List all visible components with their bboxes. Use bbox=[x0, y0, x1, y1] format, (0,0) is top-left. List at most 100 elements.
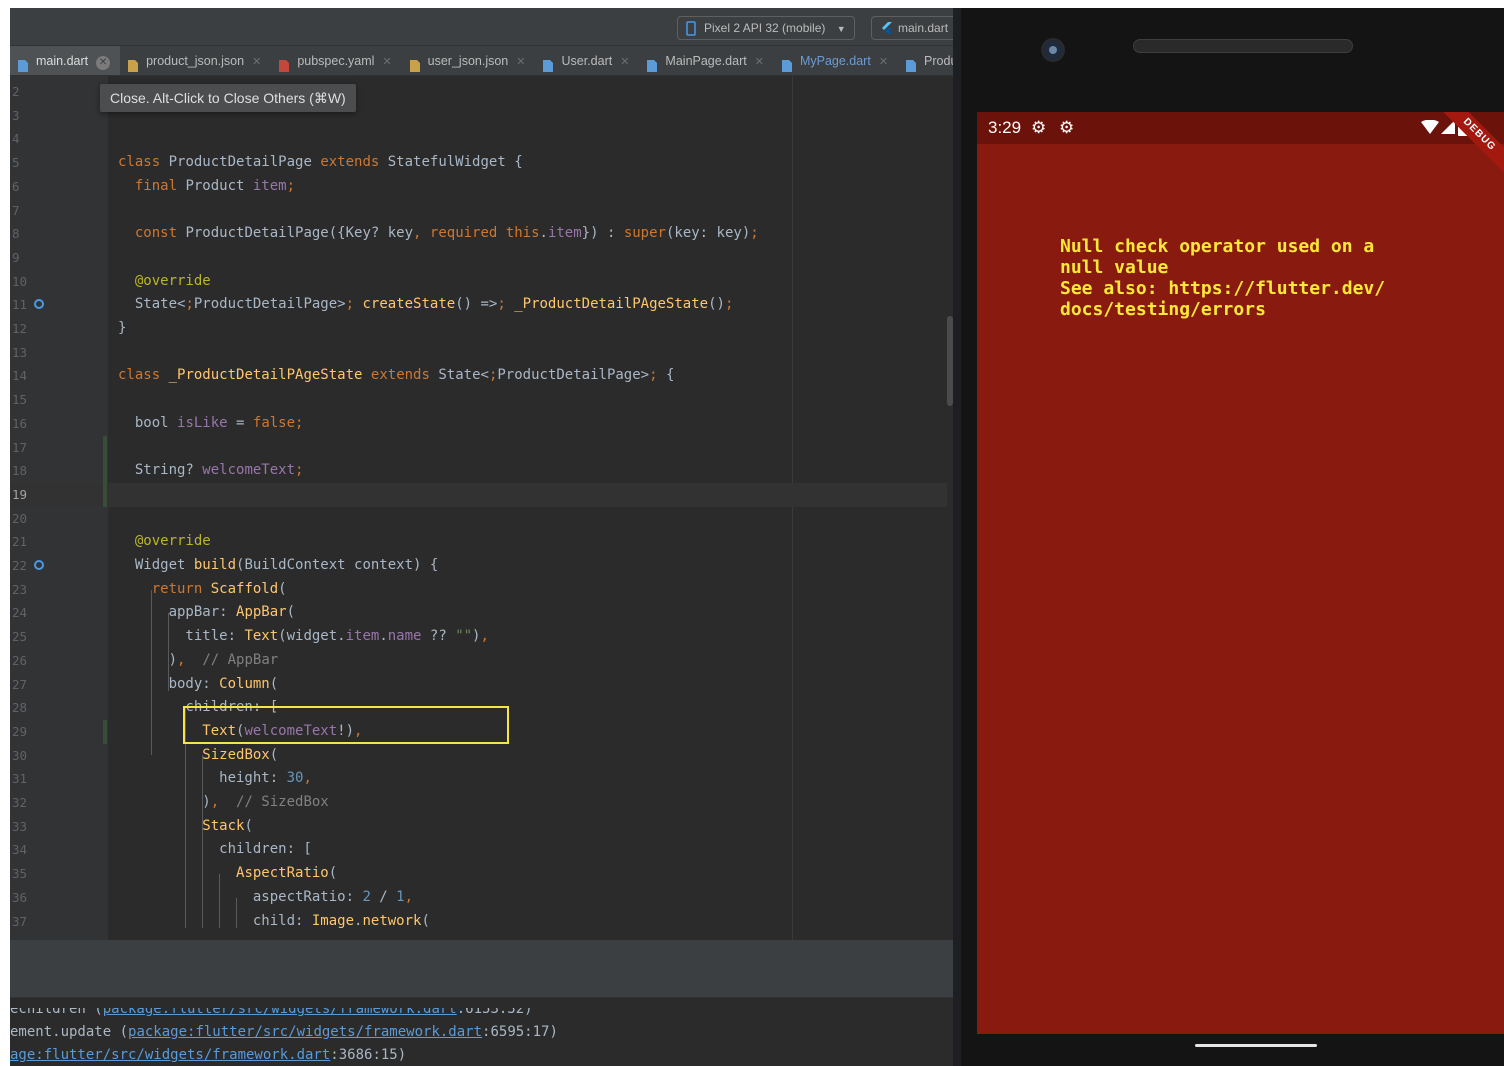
code-line[interactable]: 18 String? welcomeText; bbox=[10, 459, 953, 483]
code-editor[interactable]: 2 3 4 5 class ProductDetailPage extends Stat… bbox=[10, 76, 953, 940]
tab-label: Produ bbox=[924, 54, 953, 68]
close-icon[interactable]: ✕ bbox=[382, 56, 391, 68]
android-emulator: 3:29 ⚙ ⚙ DEBUG Null check operator used … bbox=[961, 8, 1504, 1066]
code-line[interactable]: 32 ), // SizedBox bbox=[10, 791, 953, 815]
code-line[interactable]: 17 bbox=[10, 436, 953, 460]
code-line[interactable]: 16 bool isLike = false; bbox=[10, 412, 953, 436]
close-icon[interactable]: ✕ bbox=[620, 56, 629, 68]
wifi-icon bbox=[1421, 120, 1439, 134]
camera-icon bbox=[1041, 38, 1065, 62]
close-icon[interactable]: ✕ bbox=[755, 56, 764, 68]
code-line[interactable]: 37 child: Image.network( bbox=[10, 910, 953, 934]
run-console: echildren (package:flutter/src/widgets/f… bbox=[10, 940, 953, 1066]
tab-label: MyPage.dart bbox=[799, 54, 871, 68]
widget-tree-guide bbox=[168, 613, 169, 692]
run-config-label: main.dart bbox=[898, 21, 949, 35]
error-line: Null check operator used on a bbox=[1060, 236, 1375, 257]
file-icon bbox=[645, 54, 659, 72]
close-icon[interactable]: ✕ bbox=[879, 56, 888, 68]
code-text: bool isLike = false; bbox=[118, 414, 304, 431]
code-text: } bbox=[118, 320, 127, 336]
code-line[interactable]: 13 bbox=[10, 341, 953, 365]
tab-pubspec-yaml[interactable]: pubspec.yaml ✕ bbox=[271, 46, 401, 75]
code-text: aspectRatio: 2 / 1, bbox=[118, 888, 414, 905]
tab-product-json-json[interactable]: product_json.json ✕ bbox=[120, 46, 271, 75]
code-line[interactable]: 33 Stack( bbox=[10, 815, 953, 839]
code-line[interactable]: 10 @override bbox=[10, 270, 953, 294]
code-line[interactable]: 31 height: 30, bbox=[10, 767, 953, 791]
line-number: 2 bbox=[12, 84, 20, 99]
tab-label: main.dart bbox=[36, 54, 89, 68]
code-line[interactable]: 6 final Product item; bbox=[10, 175, 953, 199]
console-link[interactable]: package:flutter/src/widgets/framework.da… bbox=[128, 1024, 482, 1040]
code-line[interactable]: 21 @override bbox=[10, 530, 953, 554]
console-toolbar bbox=[10, 940, 953, 998]
device-selector[interactable]: Pixel 2 API 32 (mobile) ▼ bbox=[677, 16, 855, 40]
code-line[interactable]: 12} bbox=[10, 317, 953, 341]
code-line[interactable]: 4 bbox=[10, 127, 953, 151]
tab-user-json-json[interactable]: user_json.json ✕ bbox=[402, 46, 536, 75]
line-number: 10 bbox=[12, 273, 28, 289]
widget-tree-guide bbox=[236, 897, 237, 929]
code-line[interactable]: 8 const ProductDetailPage({Key? key, req… bbox=[10, 222, 953, 246]
line-number: 37 bbox=[12, 913, 28, 929]
code-line[interactable]: 5 class ProductDetailPage extends Statefu… bbox=[10, 151, 953, 175]
override-marker-icon[interactable] bbox=[34, 560, 44, 570]
line-number: 3 bbox=[12, 107, 20, 123]
tab-mypage-dart[interactable]: MyPage.dart ✕ bbox=[774, 46, 898, 75]
code-text: body: Column( bbox=[168, 675, 279, 692]
tab-produ[interactable]: Produ bbox=[898, 46, 953, 75]
line-number: 14 bbox=[12, 368, 28, 384]
file-icon bbox=[780, 54, 794, 72]
console-link[interactable]: age:flutter/src/widgets/framework.dart bbox=[10, 1047, 330, 1063]
status-bar: 3:29 ⚙ ⚙ bbox=[977, 112, 1504, 144]
code-text: appBar: AppBar( bbox=[118, 604, 296, 621]
close-icon[interactable]: ✕ bbox=[516, 56, 525, 68]
code-line[interactable]: 7 bbox=[10, 199, 953, 223]
line-number: 31 bbox=[12, 771, 28, 787]
error-message: Null check operator used on a null value S… bbox=[1060, 236, 1460, 320]
error-line: See also: https://flutter.dev/ bbox=[1060, 278, 1386, 299]
line-number: 17 bbox=[12, 439, 28, 455]
line-number: 16 bbox=[12, 415, 28, 431]
line-number: 6 bbox=[12, 178, 20, 194]
tab-main-dart[interactable]: main.dart ✕ bbox=[10, 46, 121, 75]
code-line[interactable]: 36 aspectRatio: 2 / 1, bbox=[10, 886, 953, 910]
console-link[interactable]: package:flutter/src/widgets/framework.da… bbox=[103, 1008, 457, 1017]
file-icon bbox=[904, 54, 918, 72]
code-line[interactable]: 35 AspectRatio( bbox=[10, 862, 953, 886]
line-number: 27 bbox=[12, 676, 28, 692]
close-icon[interactable]: ✕ bbox=[96, 56, 111, 70]
code-line[interactable]: 20 bbox=[10, 507, 953, 531]
status-time: 3:29 bbox=[988, 118, 1022, 137]
line-number: 12 bbox=[12, 321, 28, 336]
code-text: ), // SizedBox bbox=[118, 794, 329, 810]
close-icon[interactable]: ✕ bbox=[252, 56, 261, 68]
phone-icon bbox=[686, 21, 696, 36]
flutter-icon bbox=[882, 22, 892, 34]
file-icon bbox=[541, 54, 555, 72]
tab-user-dart[interactable]: User.dart ✕ bbox=[535, 46, 639, 75]
code-line[interactable]: 14 class _ProductDetailPAgeState extends … bbox=[10, 364, 953, 388]
code-line[interactable]: 34 children: [ bbox=[10, 838, 953, 862]
change-marker[interactable] bbox=[103, 719, 107, 744]
code-line[interactable]: 11 State<;ProductDetailPage>; createStat… bbox=[10, 293, 953, 317]
device-screen[interactable]: 3:29 ⚙ ⚙ DEBUG Null check operator used … bbox=[977, 112, 1504, 1034]
line-number: 20 bbox=[12, 510, 28, 526]
code-text: title: Text(widget.item.name ?? ""), bbox=[118, 628, 489, 645]
tab-label: MainPage.dart bbox=[665, 54, 747, 68]
highlight-box bbox=[183, 706, 509, 744]
change-marker[interactable] bbox=[103, 435, 107, 507]
run-config-selector[interactable]: main.dart bbox=[871, 16, 953, 40]
code-text: final Product item; bbox=[134, 177, 296, 194]
home-indicator[interactable] bbox=[1195, 1044, 1317, 1047]
line-number: 36 bbox=[12, 889, 28, 905]
code-line[interactable]: 15 bbox=[10, 388, 953, 412]
code-line[interactable]: 9 bbox=[10, 246, 953, 270]
tab-mainpage-dart[interactable]: MainPage.dart ✕ bbox=[639, 46, 774, 75]
code-line[interactable]: 22 Widget build(BuildContext context) { bbox=[10, 554, 953, 578]
code-line[interactable]: 19 bbox=[10, 482, 953, 507]
line-number: 8 bbox=[12, 226, 20, 242]
code-text: const ProductDetailPage({Key? key, requi… bbox=[134, 225, 759, 242]
code-text: class _ProductDetailPAgeState extends St… bbox=[118, 367, 675, 384]
